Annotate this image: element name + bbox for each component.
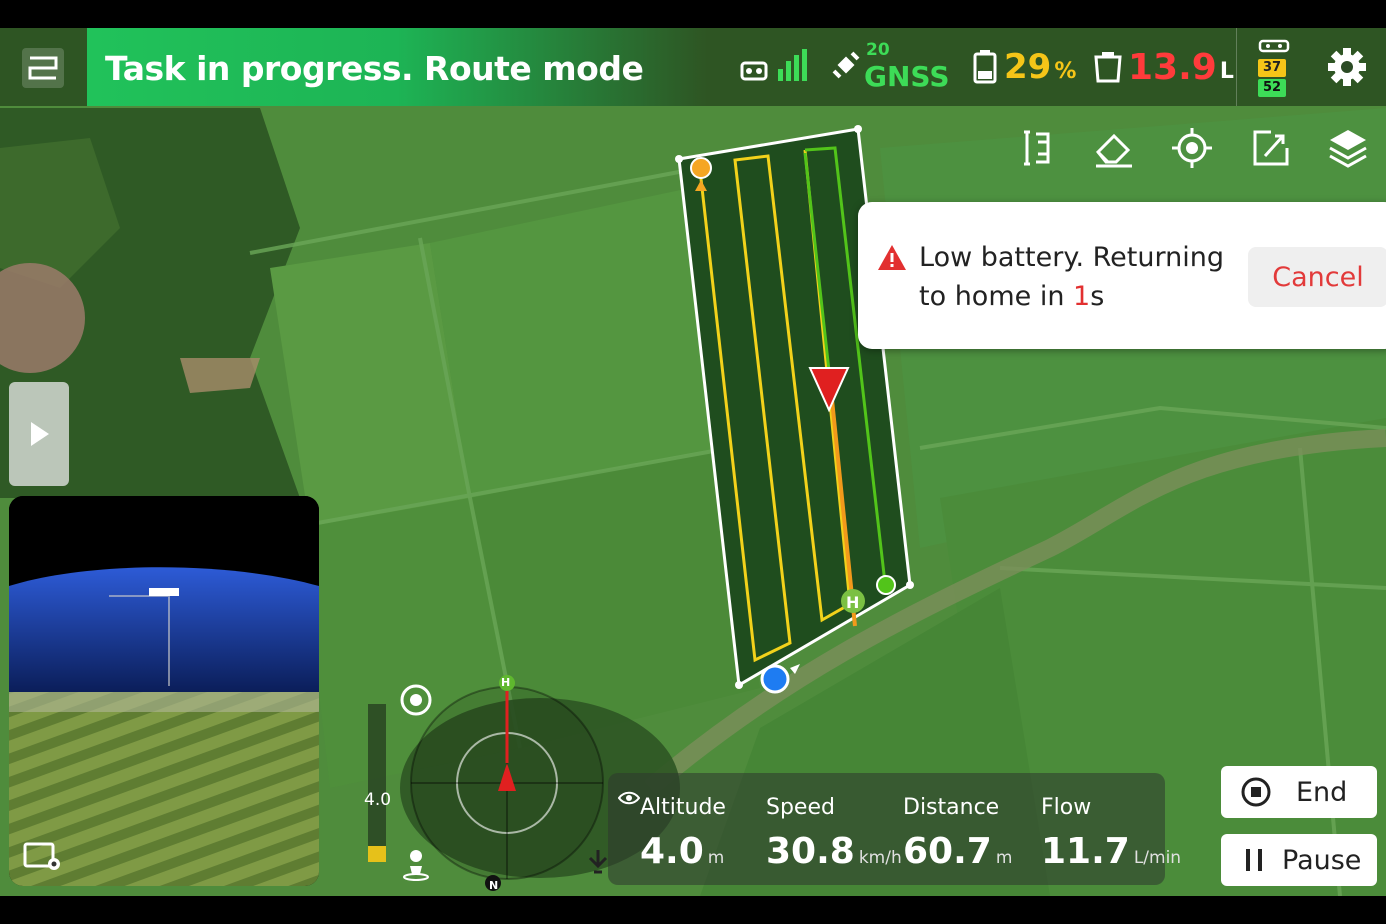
altitude-bar-fill xyxy=(368,846,386,862)
spray-indicator xyxy=(586,848,610,878)
altitude-bar xyxy=(368,704,386,862)
stat-unit: L/min xyxy=(1133,848,1182,868)
toast-message: Low battery. Returning to home in 1s xyxy=(919,242,1224,312)
route-bracket-button[interactable] xyxy=(1014,126,1058,170)
stat-value: 30.8 xyxy=(766,831,855,872)
camera-settings-icon xyxy=(23,842,60,870)
locate-target-icon xyxy=(1172,128,1212,168)
controller-battery: 37 52 xyxy=(1258,38,1290,97)
svg-text:H: H xyxy=(846,593,859,612)
sprayer-icon xyxy=(588,850,608,874)
gnss-status: 20 GNSS xyxy=(830,28,950,106)
stop-circle-icon xyxy=(1241,777,1271,807)
stat-label: Distance xyxy=(903,795,1000,820)
expand-panel-button[interactable] xyxy=(9,382,69,486)
battery-value: 29 xyxy=(1004,47,1052,87)
pause-icon xyxy=(1246,849,1262,871)
eraser-button[interactable] xyxy=(1092,126,1136,170)
compass-home-label: H xyxy=(501,676,510,689)
rc-signal xyxy=(740,28,810,106)
altitude-bar-label: 4.0 xyxy=(364,790,392,810)
camera-lock-button[interactable] xyxy=(398,682,434,718)
stat-value: 60.7 xyxy=(903,831,992,872)
gnss-count: 20 xyxy=(866,39,890,60)
cancel-button[interactable]: Cancel xyxy=(1248,247,1386,307)
low-battery-toast: Low battery. Returning to home in 1s Can… xyxy=(858,202,1386,349)
stat-value: 11.7 xyxy=(1041,831,1130,872)
stat-unit: m xyxy=(707,848,725,868)
export-button[interactable] xyxy=(1249,126,1293,170)
satellite-icon xyxy=(832,51,860,79)
pause-button[interactable]: Pause xyxy=(1221,834,1377,886)
eraser-icon xyxy=(1095,133,1132,168)
camera-panel[interactable] xyxy=(9,496,319,886)
eye-icon xyxy=(618,791,640,805)
stat-label: Altitude xyxy=(640,795,726,820)
stat-unit: m xyxy=(995,848,1013,868)
rc-signal-icon xyxy=(740,49,807,81)
person-location-icon xyxy=(403,850,429,881)
battery-icon xyxy=(973,50,997,84)
layers-icon xyxy=(1329,130,1367,168)
tank-icon xyxy=(1094,52,1122,83)
target-lock-icon xyxy=(400,684,432,716)
end-label: End xyxy=(1296,776,1348,808)
battery-unit: % xyxy=(1054,58,1077,84)
warning-icon xyxy=(878,245,906,270)
stat-unit: km/h xyxy=(858,848,902,868)
end-button[interactable]: End xyxy=(1221,766,1377,818)
flight-stats-panel: Altitude 4.0 m Speed 30.8 km/h Distance 60… xyxy=(608,773,1181,885)
tank-unit: L xyxy=(1219,58,1234,84)
camera-feed xyxy=(9,496,319,886)
tank-status: 13.9 L xyxy=(1092,28,1234,106)
route-bracket-icon xyxy=(1024,130,1050,166)
route-mode-icon[interactable] xyxy=(22,48,64,88)
locate-button[interactable] xyxy=(1170,126,1214,170)
play-icon xyxy=(31,422,49,446)
battery-status: 29 % xyxy=(972,28,1076,106)
tank-value: 13.9 xyxy=(1128,46,1217,88)
camera-settings-button[interactable] xyxy=(23,840,63,872)
countdown-value: 1 xyxy=(1073,281,1091,312)
stat-value: 4.0 xyxy=(640,831,704,872)
compass-north-label: N xyxy=(489,879,498,892)
pause-label: Pause xyxy=(1282,844,1362,876)
settings-button[interactable] xyxy=(1326,46,1368,88)
layers-button[interactable] xyxy=(1326,126,1370,170)
controller-battery-top: 37 xyxy=(1258,59,1286,77)
remote-controller-icon xyxy=(1258,39,1290,53)
stat-label: Flow xyxy=(1041,795,1092,820)
share-export-icon xyxy=(1253,130,1289,166)
status-title: Task in progress. Route mode xyxy=(105,49,644,88)
stat-label: Speed xyxy=(766,795,835,820)
person-location-button[interactable] xyxy=(398,846,434,882)
gnss-label: GNSS xyxy=(864,59,950,93)
gear-icon xyxy=(1328,48,1366,86)
controller-battery-bottom: 52 xyxy=(1258,79,1286,97)
app-screen: H H N Task in progress. Route mode 20 GN… xyxy=(0,28,1386,896)
